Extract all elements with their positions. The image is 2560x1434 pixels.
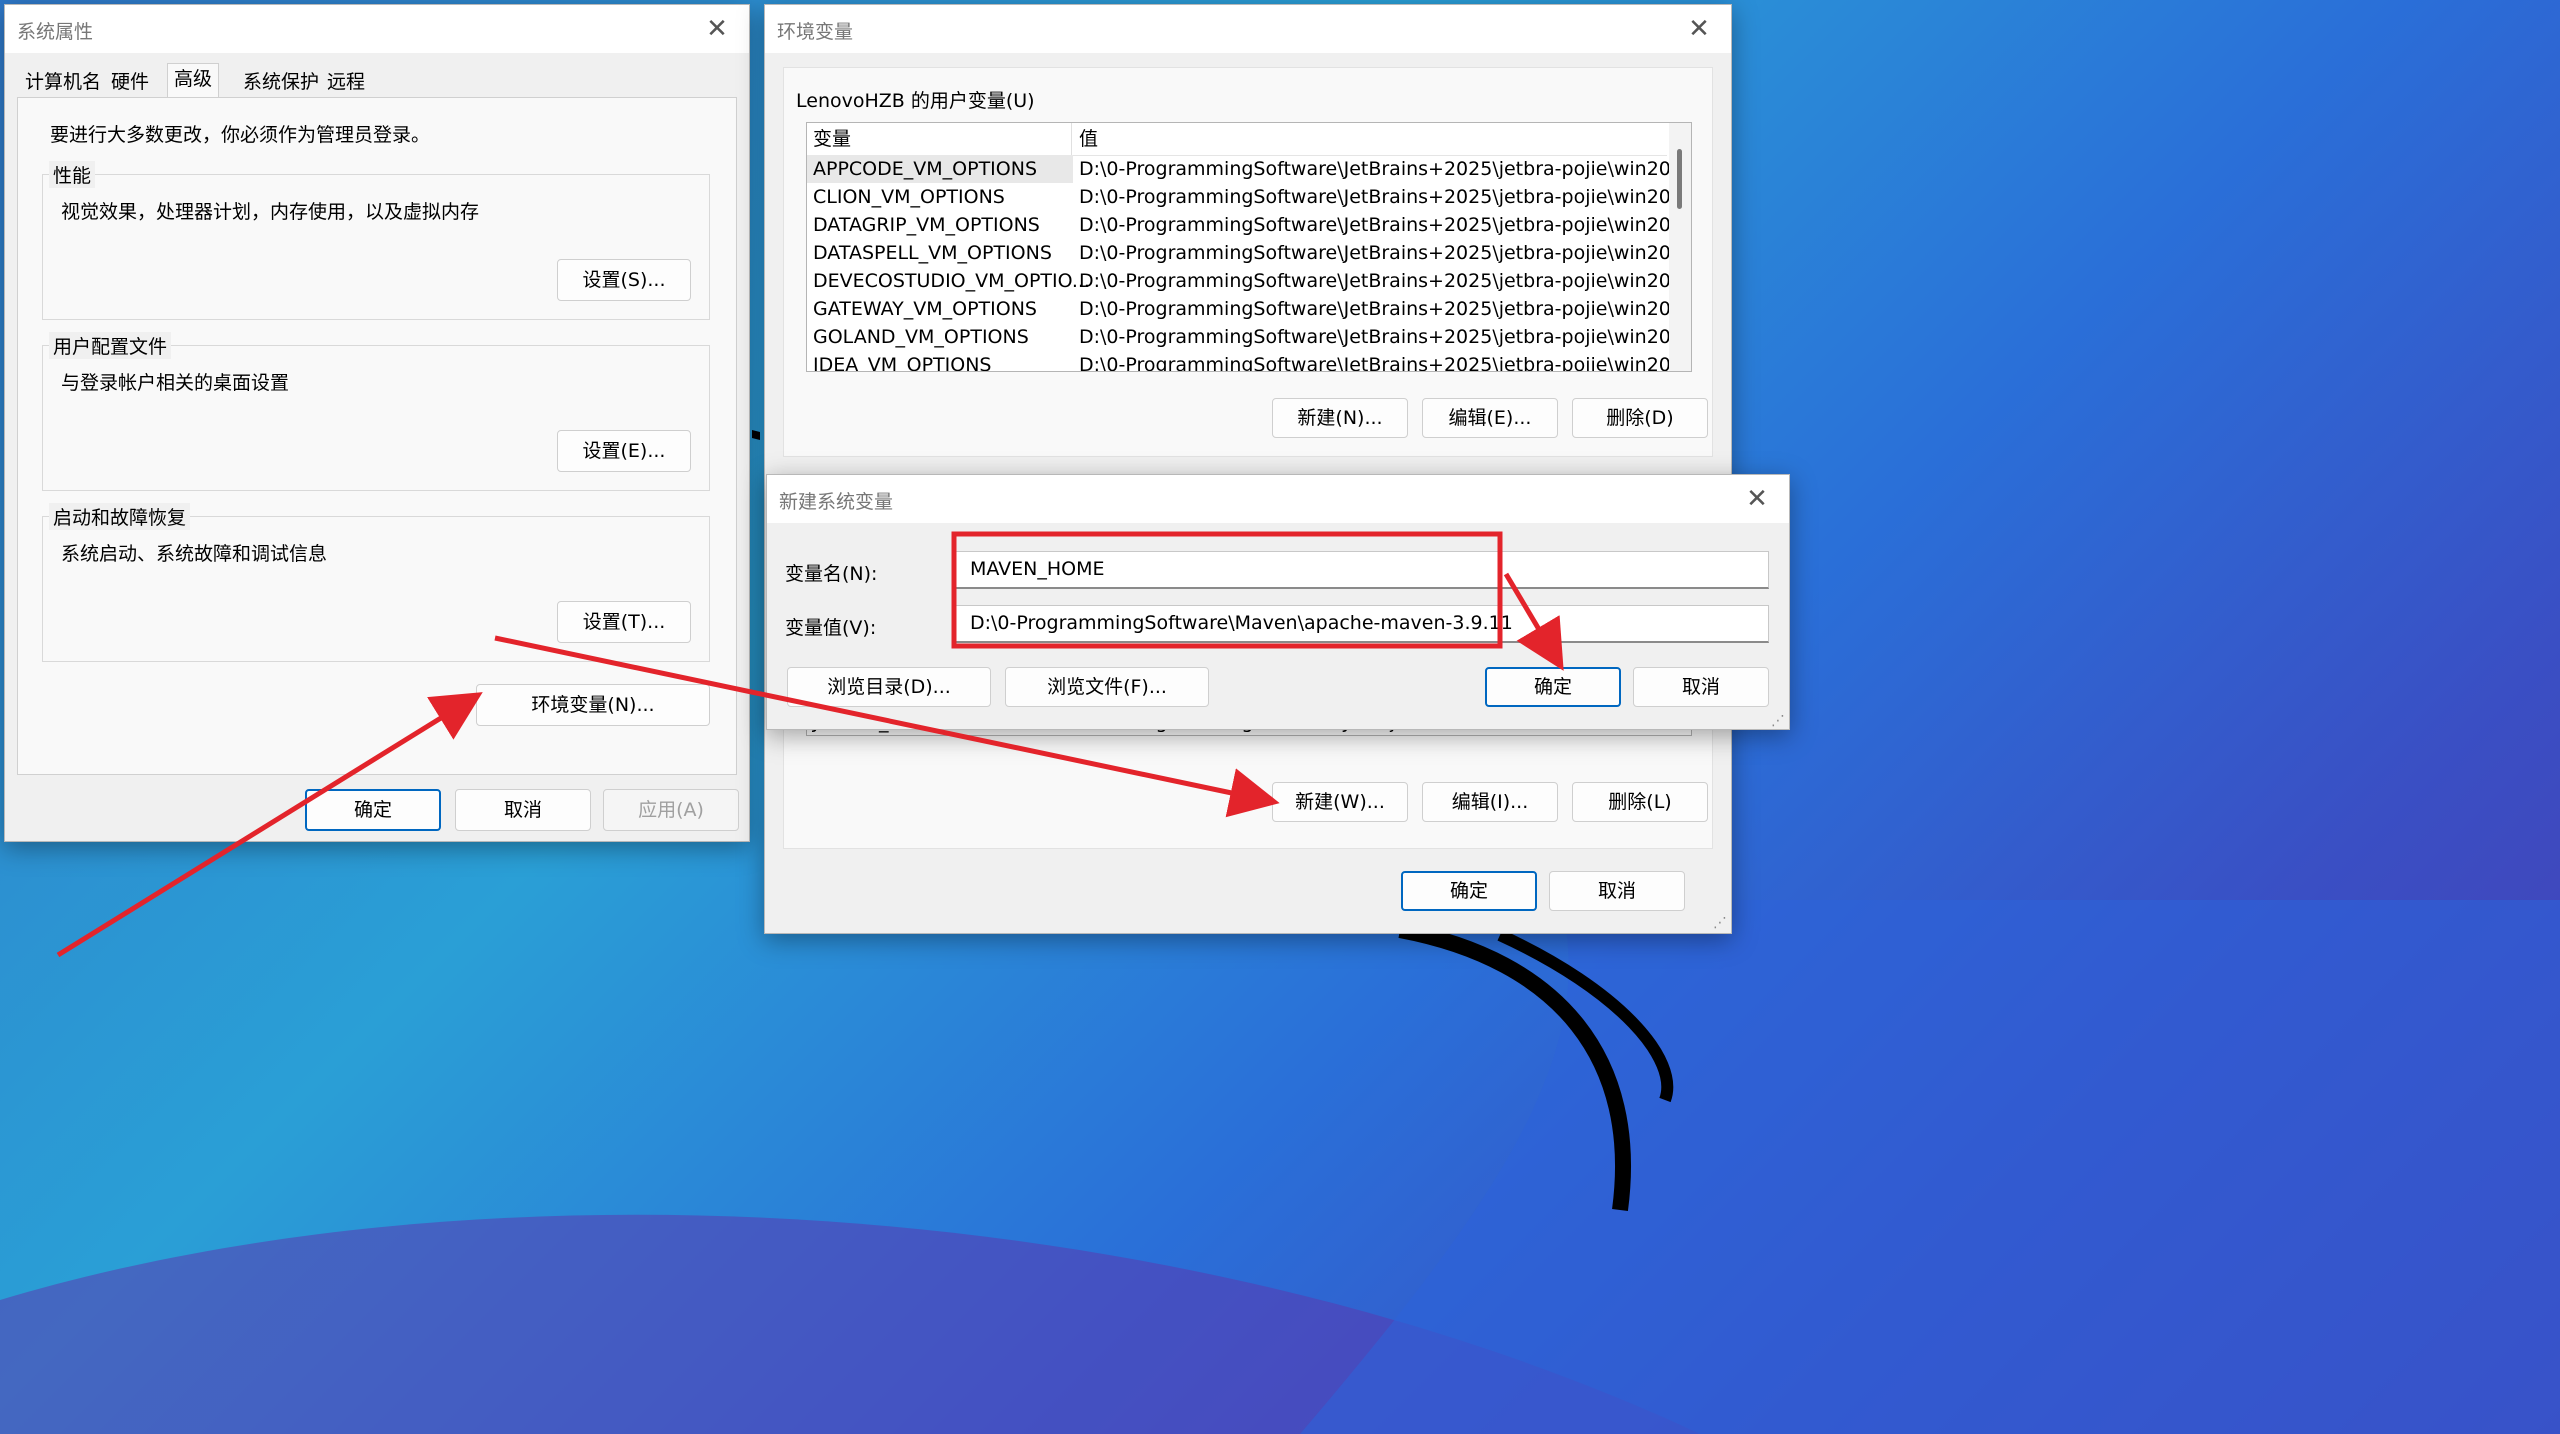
user-variables-list[interactable]: 变量 值 APPCODE_VM_OPTIONS D:\0-Programming…: [806, 122, 1692, 372]
apply-button[interactable]: 应用(A): [603, 789, 739, 831]
performance-group: 性能 视觉效果，处理器计划，内存使用，以及虚拟内存 设置(S)...: [42, 161, 710, 320]
tab-system-protection[interactable]: 系统保护: [237, 67, 325, 97]
close-icon[interactable]: ✕: [1737, 479, 1777, 519]
user-variables-label: LenovoHZB 的用户变量(U): [796, 90, 1035, 112]
variable-name: GATEWAY_VM_OPTIONS: [813, 298, 1037, 320]
performance-desc: 视觉效果，处理器计划，内存使用，以及虚拟内存: [61, 201, 480, 223]
user-profile-desc: 与登录帐户相关的桌面设置: [61, 372, 290, 394]
vertical-scrollbar[interactable]: [1669, 123, 1691, 371]
user-profile-title: 用户配置文件: [49, 332, 172, 359]
variable-name: DATAGRIP_VM_OPTIONS: [813, 214, 1040, 236]
user-profile-group: 用户配置文件 与登录帐户相关的桌面设置 设置(E)...: [42, 332, 710, 491]
new-system-variable-dialog: 新建系统变量 ✕ 变量名(N): MAVEN_HOME 变量值(V): D:\0…: [766, 474, 1790, 730]
user-variables-panel: LenovoHZB 的用户变量(U) 变量 值 APPCODE_VM_OPTIO…: [783, 67, 1713, 457]
browse-directory-button[interactable]: 浏览目录(D)...: [787, 667, 991, 707]
window-title: 系统属性: [17, 21, 94, 43]
column-header-value[interactable]: 值: [1079, 125, 1098, 153]
new-system-variable-titlebar: 新建系统变量 ✕: [767, 475, 1789, 523]
startup-recovery-desc: 系统启动、系统故障和调试信息: [61, 543, 328, 565]
user-delete-button[interactable]: 删除(D): [1572, 398, 1708, 438]
table-row[interactable]: DATASPELL_VM_OPTIONS D:\0-ProgrammingSof…: [807, 239, 1691, 267]
variable-value-label: 变量值(V):: [785, 617, 877, 639]
system-properties-window: 系统属性 ✕ 计算机名 硬件 高级 系统保护 远程 要进行大多数更改，你必须作为…: [4, 4, 750, 842]
variable-value: D:\0-ProgrammingSoftware\JetBrains+2025\…: [1079, 242, 1692, 264]
variable-name: IDEA_VM_OPTIONS: [813, 354, 992, 372]
environment-variables-titlebar: 环境变量 ✕: [765, 5, 1731, 53]
variable-value: D:\0-ProgrammingSoftware\JetBrains+2025\…: [1079, 270, 1692, 292]
table-row[interactable]: GATEWAY_VM_OPTIONS D:\0-ProgrammingSoftw…: [807, 295, 1691, 323]
close-icon[interactable]: ✕: [697, 9, 737, 49]
variable-name: DATASPELL_VM_OPTIONS: [813, 242, 1052, 264]
variable-name-label: 变量名(N):: [785, 563, 878, 585]
user-profile-settings-button[interactable]: 设置(E)...: [557, 430, 691, 472]
cancel-button[interactable]: 取消: [455, 789, 591, 831]
system-properties-titlebar: 系统属性 ✕: [5, 5, 749, 53]
system-new-button[interactable]: 新建(W)...: [1272, 782, 1408, 822]
close-icon[interactable]: ✕: [1679, 9, 1719, 49]
cancel-button[interactable]: 取消: [1549, 871, 1685, 911]
table-row[interactable]: APPCODE_VM_OPTIONS D:\0-ProgrammingSoftw…: [807, 155, 1691, 183]
environment-variables-window: 环境变量 ✕ LenovoHZB 的用户变量(U) 变量 值 APPCODE_V…: [764, 4, 1732, 934]
variable-name: APPCODE_VM_OPTIONS: [813, 158, 1038, 180]
variable-value: D:\0-ProgrammingSoftware\JetBrains+2025\…: [1079, 326, 1692, 348]
user-edit-button[interactable]: 编辑(E)...: [1422, 398, 1558, 438]
performance-settings-button[interactable]: 设置(S)...: [557, 259, 691, 301]
admin-note: 要进行大多数更改，你必须作为管理员登录。: [50, 124, 431, 146]
table-row[interactable]: DEVECOSTUDIO_VM_OPTIO... D:\0-Programmin…: [807, 267, 1691, 295]
ok-button[interactable]: 确定: [305, 789, 441, 831]
tab-computer-name[interactable]: 计算机名: [19, 67, 107, 97]
list-header: 变量 值: [807, 123, 1667, 156]
startup-recovery-group: 启动和故障恢复 系统启动、系统故障和调试信息 设置(T)...: [42, 503, 710, 662]
tab-advanced[interactable]: 高级: [167, 63, 220, 98]
window-title: 新建系统变量: [779, 491, 894, 513]
table-row[interactable]: GOLAND_VM_OPTIONS D:\0-ProgrammingSoftwa…: [807, 323, 1691, 351]
variable-name: GOLAND_VM_OPTIONS: [813, 326, 1029, 348]
ok-button[interactable]: 确定: [1401, 871, 1537, 911]
browse-file-button[interactable]: 浏览文件(F)...: [1005, 667, 1209, 707]
resize-grip-icon[interactable]: ⋰: [1713, 915, 1727, 931]
startup-recovery-title: 启动和故障恢复: [49, 503, 191, 530]
variable-value: D:\0-ProgrammingSoftware\JetBrains+2025\…: [1079, 354, 1692, 372]
table-row[interactable]: CLION_VM_OPTIONS D:\0-ProgrammingSoftwar…: [807, 183, 1691, 211]
resize-grip-icon[interactable]: ⋰: [1771, 713, 1785, 729]
window-title: 环境变量: [777, 21, 854, 43]
variable-name: DEVECOSTUDIO_VM_OPTIO...: [813, 270, 1090, 292]
column-header-variable[interactable]: 变量: [813, 125, 851, 153]
variable-value-field[interactable]: D:\0-ProgrammingSoftware\Maven\apache-ma…: [955, 605, 1769, 643]
table-row[interactable]: DATAGRIP_VM_OPTIONS D:\0-ProgrammingSoft…: [807, 211, 1691, 239]
table-row[interactable]: IDEA_VM_OPTIONS D:\0-ProgrammingSoftware…: [807, 351, 1691, 372]
user-new-button[interactable]: 新建(N)...: [1272, 398, 1408, 438]
system-delete-button[interactable]: 删除(L): [1572, 782, 1708, 822]
variable-value: D:\0-ProgrammingSoftware\JetBrains+2025\…: [1079, 158, 1692, 180]
variable-name-field[interactable]: MAVEN_HOME: [955, 551, 1769, 589]
advanced-tab-panel: 要进行大多数更改，你必须作为管理员登录。 性能 视觉效果，处理器计划，内存使用，…: [17, 97, 737, 775]
performance-title: 性能: [49, 161, 96, 188]
variable-value: D:\0-ProgrammingSoftware\JetBrains+2025\…: [1079, 186, 1692, 208]
tab-remote[interactable]: 远程: [321, 67, 371, 97]
tab-hardware[interactable]: 硬件: [105, 67, 155, 97]
variable-value: D:\0-ProgrammingSoftware\JetBrains+2025\…: [1079, 298, 1692, 320]
startup-recovery-settings-button[interactable]: 设置(T)...: [557, 601, 691, 643]
variable-name: CLION_VM_OPTIONS: [813, 186, 1005, 208]
environment-variables-button[interactable]: 环境变量(N)...: [476, 684, 710, 726]
ok-button[interactable]: 确定: [1485, 667, 1621, 707]
scrollbar-thumb[interactable]: [1677, 149, 1682, 209]
cancel-button[interactable]: 取消: [1633, 667, 1769, 707]
variable-value: D:\0-ProgrammingSoftware\JetBrains+2025\…: [1079, 214, 1692, 236]
system-edit-button[interactable]: 编辑(I)...: [1422, 782, 1558, 822]
